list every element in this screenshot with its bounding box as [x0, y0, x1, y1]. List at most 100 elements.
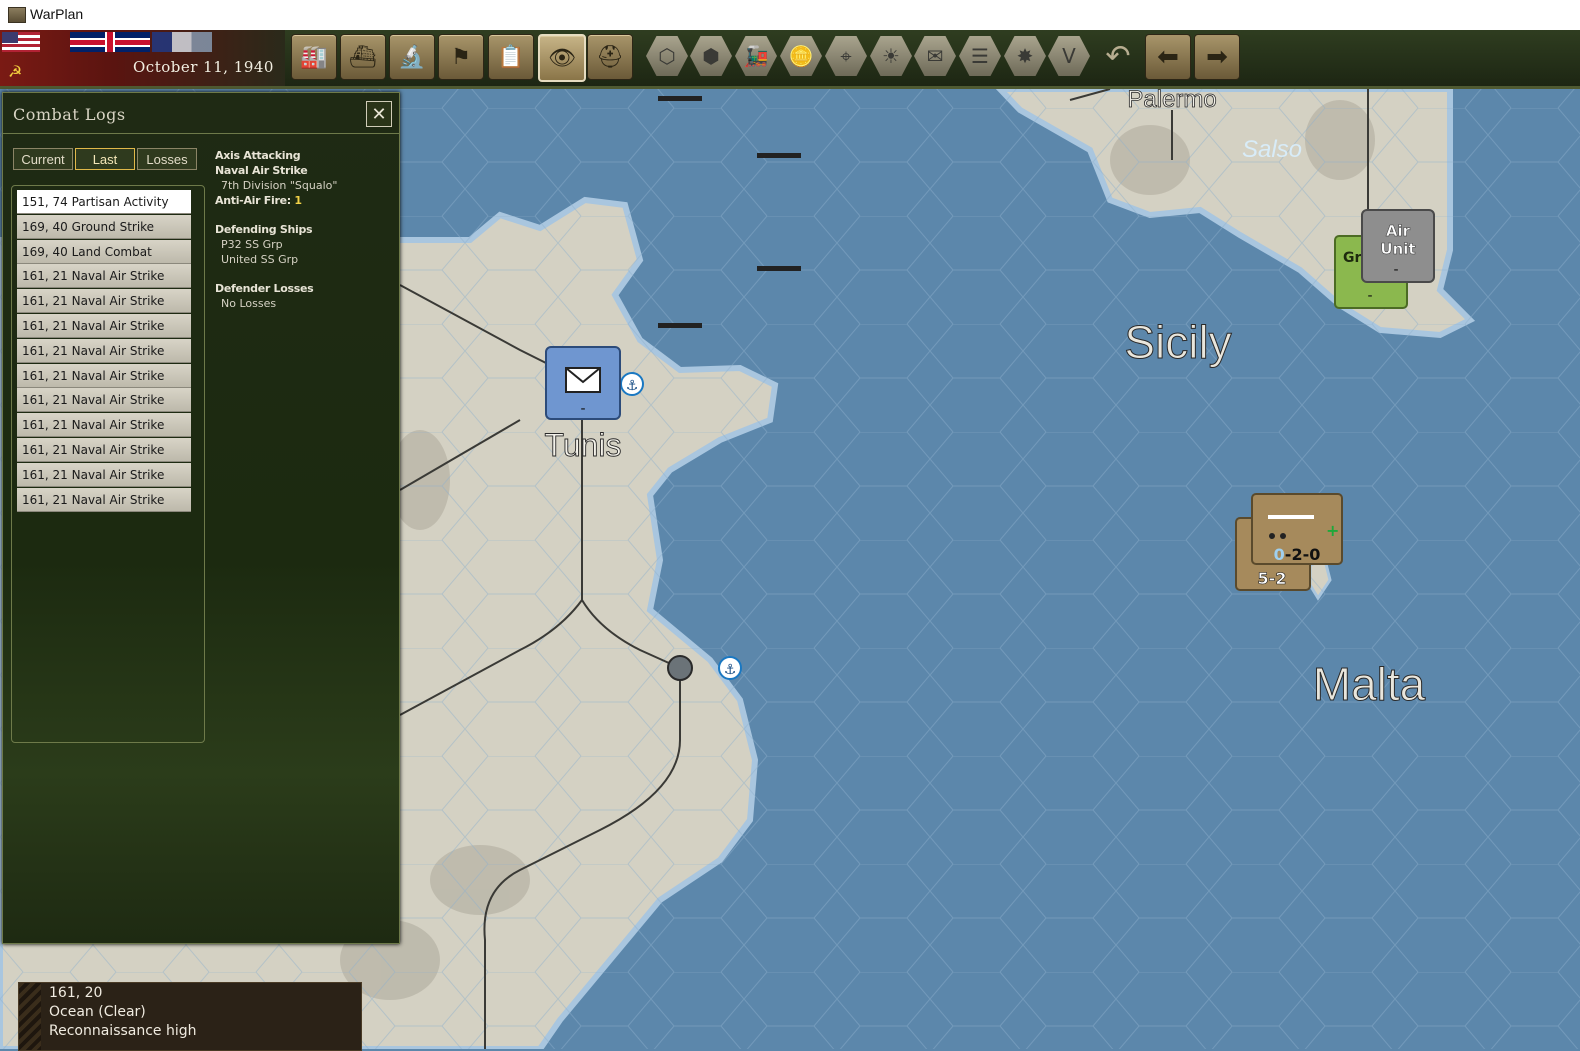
arrow-right-icon: ➡ [1206, 42, 1228, 72]
hexagon-icon: ⬡ [658, 44, 676, 68]
tab-current[interactable]: Current [13, 148, 73, 170]
recon-button[interactable]: 👁 [538, 34, 586, 82]
submarine-icon [1268, 515, 1314, 519]
combat-log-entry[interactable]: 161, 21 Naval Air Strike [17, 388, 191, 413]
window-title: WarPlan [30, 6, 84, 22]
defending-ship: P32 SS Grp [221, 238, 283, 251]
lines-button[interactable]: ☰ [959, 36, 1001, 76]
combat-log-entry[interactable]: 161, 21 Naval Air Strike [17, 338, 191, 363]
clipboard-icon: 📋 [497, 44, 525, 70]
train-icon: 🚂 [743, 44, 769, 68]
v-icon: V [1062, 44, 1076, 68]
svg-text:Gr: Gr [1343, 250, 1361, 266]
france-flag-icon [152, 32, 212, 52]
anchor-icon[interactable]: ⚓ [620, 372, 644, 396]
defender-losses-heading: Defender Losses [215, 282, 314, 295]
nation-flags: ☭ October 11, 1940 [0, 30, 285, 86]
hex-coords: 161, 20 [49, 985, 103, 1001]
game-date: October 11, 1940 [133, 58, 274, 76]
combat-log-entry[interactable]: 161, 21 Naval Air Strike [17, 314, 191, 338]
flag-icon: ⚑ [451, 44, 471, 70]
strike-type: Naval Air Strike [215, 164, 308, 177]
arrow-left-icon: ⬅ [1157, 42, 1179, 72]
svg-text:-: - [580, 401, 585, 417]
combat-log-entry[interactable]: 161, 21 Naval Air Strike [17, 289, 191, 314]
combat-log-entry[interactable]: 161, 21 Naval Air Strike [17, 462, 191, 487]
us-flag-icon [2, 32, 40, 52]
anchor-icon[interactable]: ⚓ [718, 656, 742, 680]
anti-air-fire: Anti-Air Fire: 1 [215, 194, 302, 207]
combat-log-entry[interactable]: 161, 21 Naval Air Strike [17, 413, 191, 438]
hex-info-box: 161, 20 Ocean (Clear) Reconnaissance hig… [18, 982, 362, 1051]
research-button[interactable]: 🔬 [389, 34, 435, 80]
combat-log-entry[interactable]: 161, 21 Naval Air Strike [17, 363, 191, 388]
diplomacy-button[interactable]: ⚑ [438, 34, 484, 80]
undo-icon[interactable]: ↶ [1098, 36, 1138, 76]
svg-text:0-2-0: 0-2-0 [1274, 545, 1321, 564]
svg-text:-: - [1393, 262, 1398, 278]
hammer-sickle-icon: ☭ [8, 62, 23, 81]
resources-button[interactable]: 🪙 [780, 36, 822, 76]
svg-text:Air: Air [1386, 222, 1411, 240]
svg-text:-: - [1367, 288, 1372, 304]
previous-arrow-button[interactable]: ⬅ [1145, 34, 1191, 80]
helmet-icon: ⛑ [596, 44, 624, 70]
target-button[interactable]: ⌖ [825, 36, 867, 76]
hex-terrain: Ocean (Clear) [49, 1004, 146, 1020]
combat-log-entry[interactable]: 169, 40 Land Combat [17, 239, 191, 264]
sun-icon: ☀ [882, 44, 900, 68]
units-button[interactable]: ⛑ [587, 34, 633, 80]
combat-log-entry[interactable]: 169, 40 Ground Strike [17, 214, 191, 239]
window-titlebar: WarPlan [0, 0, 1580, 31]
info-stripe [19, 983, 41, 1050]
weather-button[interactable]: ☀ [870, 36, 912, 76]
microscope-icon: 🔬 [398, 44, 426, 70]
reports-button[interactable]: 📋 [488, 34, 534, 80]
tab-last[interactable]: Last [75, 148, 135, 170]
close-button[interactable]: ✕ [366, 101, 392, 127]
next-arrow-button[interactable]: ➡ [1194, 34, 1240, 80]
railway-lines-icon: ☰ [971, 44, 989, 68]
defender-losses: No Losses [221, 297, 277, 310]
svg-text:⚓: ⚓ [724, 662, 737, 678]
uk-flag-icon [70, 32, 150, 52]
defending-ships-heading: Defending Ships [215, 223, 313, 236]
map-label-tunis: Tunis [544, 427, 621, 463]
rail-button[interactable]: 🚂 [735, 36, 777, 76]
combat-logs-panel: Combat Logs ✕ Current Last Losses Axis A… [2, 92, 400, 944]
naval-button[interactable]: ⛴ [340, 34, 386, 80]
combat-log-entry[interactable]: 161, 21 Naval Air Strike [17, 438, 191, 462]
city-marker[interactable] [667, 655, 693, 681]
panel-title: Combat Logs [13, 105, 126, 124]
map-label-malta: Malta [1313, 658, 1426, 710]
svg-text:Unit: Unit [1380, 240, 1415, 258]
production-button[interactable]: 🏭 [291, 34, 337, 80]
attacker-heading: Axis Attacking [215, 149, 301, 162]
defending-ship: United SS Grp [221, 253, 299, 266]
hex-recon: Reconnaissance high [49, 1023, 197, 1039]
app-icon [8, 7, 26, 23]
ship-icon: ⛴ [349, 44, 377, 70]
hq-unit-counter[interactable]: - [545, 346, 621, 420]
close-icon: ✕ [371, 103, 387, 125]
air-unit-counter[interactable]: Air Unit - [1361, 209, 1435, 283]
plus-icon: + [1326, 521, 1339, 540]
combat-log-entry[interactable]: 161, 21 Naval Air Strike [17, 487, 191, 512]
tab-losses[interactable]: Losses [137, 148, 197, 170]
supply-hex-button[interactable]: ⬢ [690, 36, 732, 76]
combat-log-entry[interactable]: 151, 74 Partisan Activity [17, 190, 191, 214]
explosion-icon: ✸ [1016, 44, 1034, 68]
hex-grid-button[interactable]: ⬡ [646, 36, 688, 76]
map-label-palermo: Palermo [1127, 89, 1216, 113]
coins-icon: 🪙 [788, 44, 814, 68]
explosion-button[interactable]: ✸ [1004, 36, 1046, 76]
svg-text:⚓: ⚓ [626, 378, 639, 394]
mail-filter-button[interactable]: ✉ [914, 36, 956, 76]
victory-button[interactable]: V [1048, 36, 1090, 76]
svg-text:5-2: 5-2 [1258, 569, 1287, 588]
combat-log-entry[interactable]: 161, 21 Naval Air Strike [17, 264, 191, 289]
crosshair-icon: ⌖ [840, 44, 852, 68]
binoculars-icon: 👁 [548, 45, 576, 71]
hex-cluster-icon: ⬢ [702, 44, 720, 68]
map-label-sicily: Sicily [1124, 316, 1231, 368]
